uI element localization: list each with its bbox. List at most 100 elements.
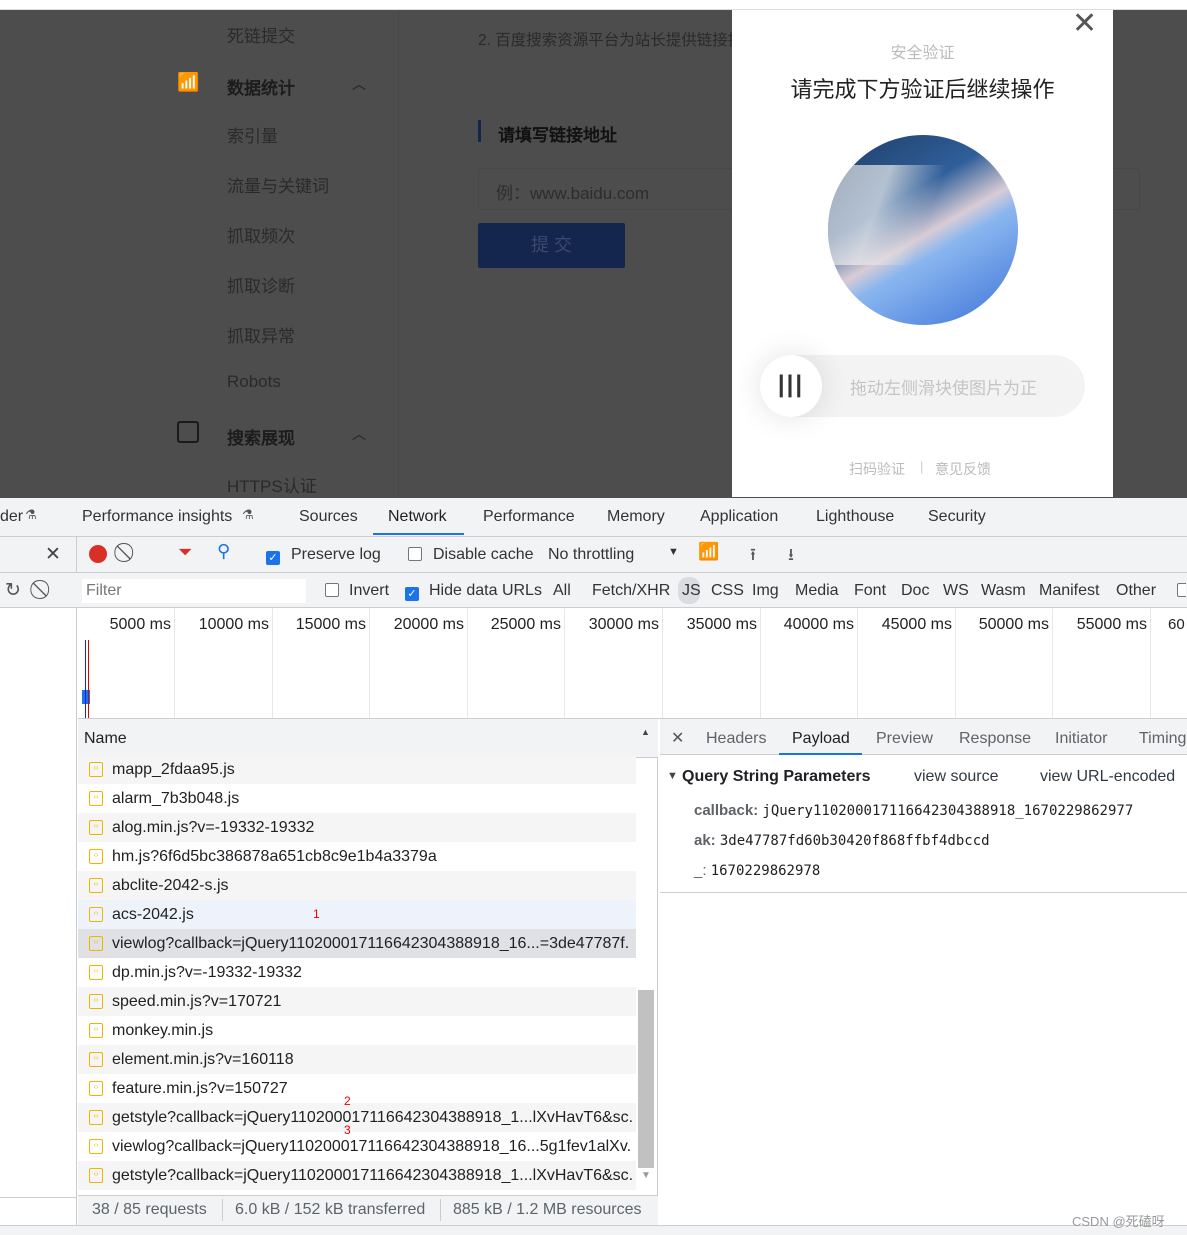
request-row[interactable]: ‹› viewlog?callback=jQuery110200017116642…	[78, 1132, 636, 1161]
tab-initiator[interactable]: Initiator	[1055, 730, 1107, 748]
script-file-icon: ‹›	[89, 878, 103, 893]
sidebar-item[interactable]: 抓取频次	[227, 222, 295, 247]
slider-handle[interactable]: |||	[760, 355, 822, 417]
request-row[interactable]: ‹› viewlog?callback=jQuery110200017116642…	[78, 929, 636, 958]
filter-input[interactable]: Filter	[82, 579, 306, 603]
invert-checkbox[interactable]	[325, 583, 339, 597]
filter-other[interactable]: Other	[1116, 582, 1156, 600]
sidebar-group-data[interactable]: 数据统计	[227, 74, 295, 99]
request-row[interactable]: ‹› element.min.js?v=160118	[78, 1045, 636, 1074]
preserve-log-label[interactable]: Preserve log	[291, 546, 381, 564]
sidebar-item[interactable]: 索引量	[227, 122, 278, 147]
filter-media[interactable]: Media	[795, 582, 839, 600]
invert-label[interactable]: Invert	[349, 582, 389, 600]
request-row[interactable]: ‹› hm.js?6f6d5bc386878a651cb8c9e1b4a3379a	[78, 842, 636, 871]
request-row[interactable]: ‹› speed.min.js?v=170721	[78, 987, 636, 1016]
sidebar-item[interactable]: 抓取诊断	[227, 272, 295, 297]
throttling-select[interactable]: No throttling	[548, 546, 634, 564]
scroll-down-icon[interactable]: ▼	[641, 1170, 651, 1181]
sidebar-item[interactable]: 抓取异常	[227, 322, 295, 347]
param-callback: callback: jQuery110200017116642304388918…	[694, 802, 1133, 819]
blocked-requests-checkbox[interactable]	[1177, 583, 1186, 597]
disable-cache-checkbox[interactable]	[408, 547, 422, 561]
param-value: jQuery110200017116642304388918_167022986…	[762, 803, 1134, 819]
sidebar-divider	[398, 10, 399, 498]
tab-security[interactable]: Security	[928, 508, 986, 526]
filter-all[interactable]: All	[553, 582, 571, 600]
request-row[interactable]: ‹› getstyle?callback=jQuery11020001711664…	[78, 1103, 636, 1132]
annotation-1: 1	[313, 907, 320, 921]
sidebar-group-search[interactable]: 搜索展现	[227, 424, 295, 449]
hide-data-urls-label[interactable]: Hide data URLs	[429, 582, 542, 600]
feedback-link[interactable]: 意见反馈	[935, 459, 991, 479]
qr-verify-link[interactable]: 扫码验证	[849, 459, 905, 479]
sidebar-item[interactable]: Robots	[227, 372, 281, 392]
script-file-icon: ‹›	[89, 1023, 103, 1038]
chevron-up-icon[interactable]: ︿	[352, 424, 366, 444]
filter-doc[interactable]: Doc	[901, 582, 929, 600]
tab-preview[interactable]: Preview	[876, 730, 933, 748]
script-file-icon: ‹›	[89, 820, 103, 835]
tab-performance[interactable]: Performance	[483, 508, 575, 526]
timeline-tick-label: 35000 ms	[686, 616, 757, 633]
filter-font[interactable]: Font	[854, 582, 886, 600]
sidebar-item[interactable]: 流量与关键词	[227, 172, 329, 197]
close-icon[interactable]: ✕	[45, 543, 61, 566]
request-row[interactable]: ‹› acs-2042.js	[78, 900, 636, 929]
disable-cache-label[interactable]: Disable cache	[433, 546, 534, 564]
collapse-triangle-icon[interactable]: ▼	[667, 770, 678, 782]
filter-js[interactable]: JS	[682, 582, 701, 600]
request-row[interactable]: ‹› alarm_7b3b048.js	[78, 784, 636, 813]
filter-fetch-xhr[interactable]: Fetch/XHR	[592, 582, 670, 600]
tab-recorder[interactable]: der	[0, 508, 23, 526]
network-conditions-icon[interactable]: 📶	[698, 542, 719, 562]
filter-manifest[interactable]: Manifest	[1039, 582, 1099, 600]
tab-application[interactable]: Application	[700, 508, 778, 526]
query-string-section[interactable]: Query String Parameters	[682, 768, 871, 786]
dropdown-arrow-icon[interactable]: ▼	[668, 546, 679, 558]
sidebar-item[interactable]: HTTPS认证	[227, 472, 317, 497]
request-row[interactable]: ‹› abclite-2042-s.js	[78, 871, 636, 900]
tab-performance-insights[interactable]: Performance insights	[82, 508, 232, 526]
sidebar-item-dead-link[interactable]: 死链提交	[227, 22, 295, 47]
view-source-link[interactable]: view source	[914, 768, 998, 786]
request-row[interactable]: ‹› alog.min.js?v=-19332-19332	[78, 813, 636, 842]
annotation-3: 3	[344, 1123, 351, 1137]
name-column-header[interactable]: Name ▲	[78, 719, 658, 758]
request-row[interactable]: ‹› feature.min.js?v=150727	[78, 1074, 636, 1103]
filter-icon[interactable]: ⏷	[178, 542, 192, 563]
filter-ws[interactable]: WS	[943, 582, 969, 600]
tab-timing[interactable]: Timing	[1139, 730, 1186, 748]
filter-wasm[interactable]: Wasm	[981, 582, 1026, 600]
browser-top-edge	[0, 0, 1187, 10]
tab-sources[interactable]: Sources	[299, 508, 358, 526]
sort-arrow-icon[interactable]: ▲	[641, 727, 650, 737]
chevron-up-icon[interactable]: ︿	[352, 74, 366, 94]
request-name: monkey.min.js	[112, 1022, 214, 1039]
record-button[interactable]	[89, 545, 107, 563]
export-har-icon[interactable]: ⭳	[788, 542, 794, 571]
request-row[interactable]: ‹› getstyle?callback=jQuery11020001711664…	[78, 1161, 636, 1190]
request-row[interactable]: ‹› mapp_2fdaa95.js	[78, 755, 636, 784]
scrollbar-thumb[interactable]	[638, 990, 654, 1168]
hide-data-urls-checkbox[interactable]: ✓	[405, 587, 419, 601]
tab-response[interactable]: Response	[959, 730, 1031, 748]
import-har-icon[interactable]: ⭱	[750, 542, 756, 571]
view-url-encoded-link[interactable]: view URL-encoded	[1040, 768, 1175, 786]
preserve-log-checkbox[interactable]: ✓	[266, 551, 280, 565]
request-row[interactable]: ‹› monkey.min.js	[78, 1016, 636, 1045]
search-icon[interactable]: ⚲	[217, 541, 230, 562]
tab-headers[interactable]: Headers	[706, 730, 766, 748]
submit-button[interactable]: 提 交	[478, 223, 625, 268]
close-detail-icon[interactable]: ✕	[671, 728, 684, 748]
filter-css[interactable]: CSS	[711, 582, 744, 600]
close-icon[interactable]: ✕	[1072, 6, 1097, 41]
reload-icon[interactable]: ↻	[5, 579, 21, 602]
filter-img[interactable]: Img	[752, 582, 779, 600]
request-row[interactable]: ‹› dp.min.js?v=-19332-19332	[78, 958, 636, 987]
tab-memory[interactable]: Memory	[607, 508, 665, 526]
captcha-dialog: ✕ 安全验证 请完成下方验证后继续操作 拖动左侧滑块使图片为正 ||| 扫码验证…	[732, 7, 1113, 497]
tab-payload[interactable]: Payload	[792, 730, 850, 748]
tab-lighthouse[interactable]: Lighthouse	[816, 508, 894, 526]
tab-network[interactable]: Network	[388, 508, 447, 526]
